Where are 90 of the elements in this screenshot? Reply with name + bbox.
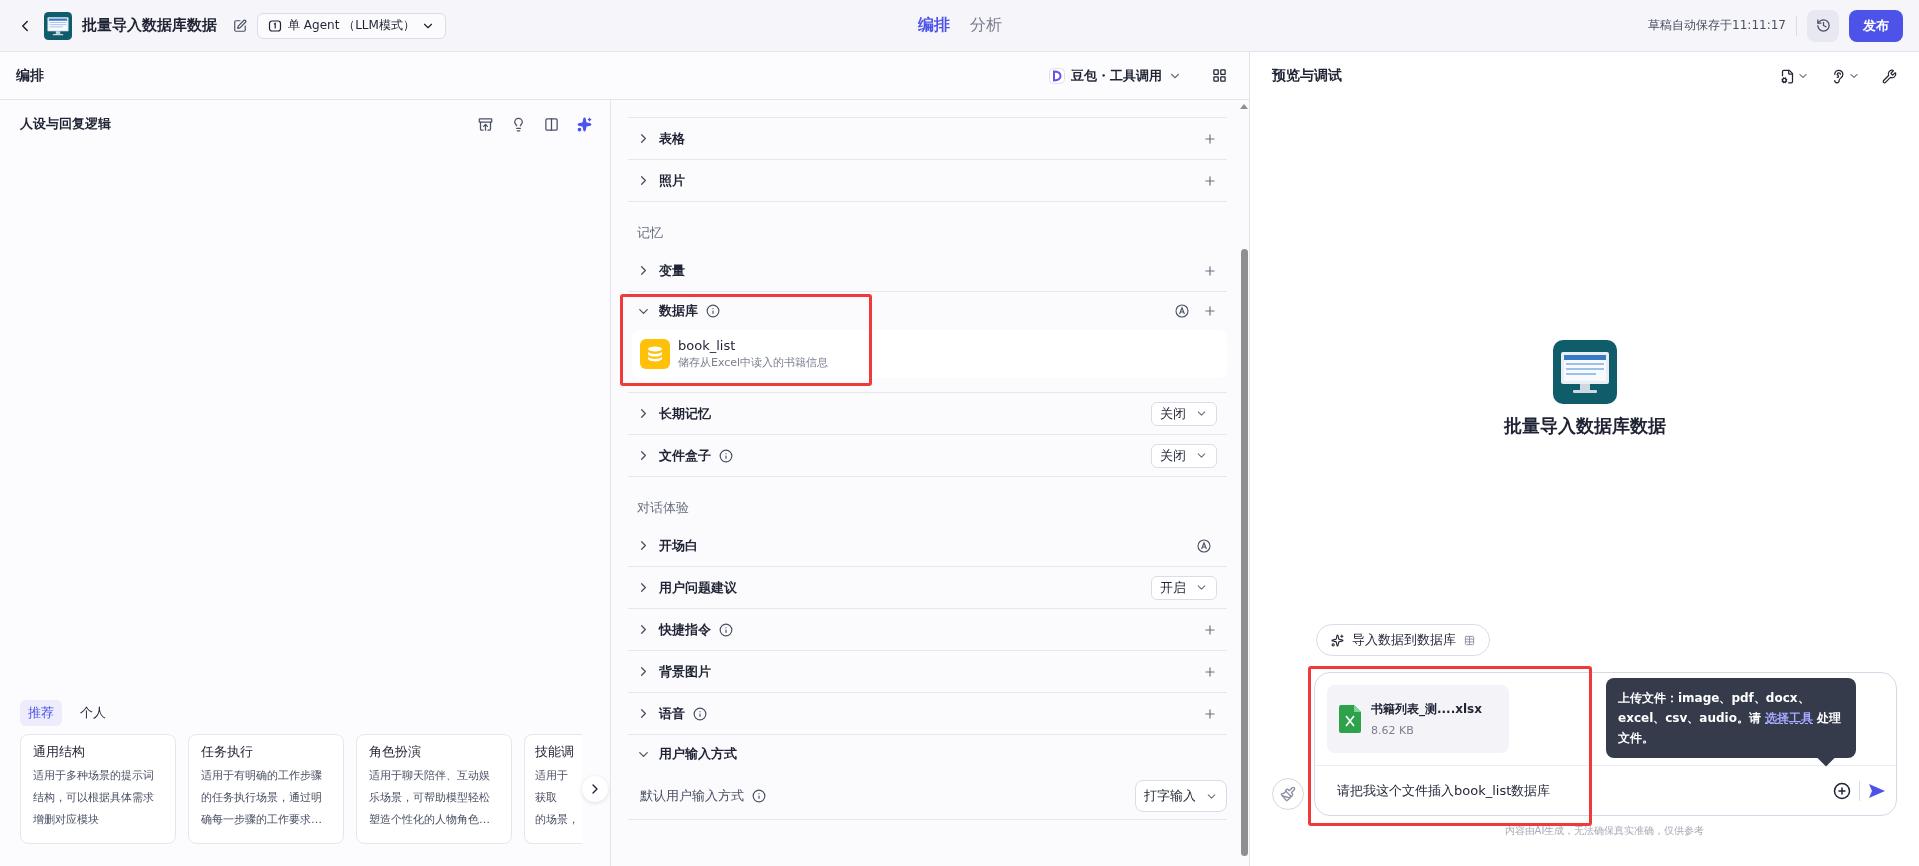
tooltip-text: 上传文件：image、pdf、docx、excel、csv、audio。请 选择工具 处理文件。 [1618, 690, 1843, 747]
template-card[interactable]: 任务执行 适用于有明确的工作步骤 的任务执行场景，通过明 确每一步骤的工作要求… [188, 734, 344, 844]
bot-name: 批量导入数据库数据 [1503, 414, 1666, 438]
info-icon[interactable] [693, 706, 707, 721]
disclaimer: 内容由AI生成，无法确保真实准确，仅供参考 [1504, 824, 1705, 838]
publish-button[interactable]: 发布 [1849, 9, 1903, 42]
info-icon[interactable] [719, 448, 733, 463]
model-logo [1049, 67, 1065, 84]
info-icon[interactable] [752, 789, 766, 803]
clear-context-button[interactable] [1272, 778, 1304, 810]
send-icon[interactable] [1868, 781, 1886, 800]
template-tab[interactable]: 个人 [72, 700, 114, 726]
select-tool-link[interactable]: 选择工具 [1765, 711, 1814, 725]
auto-icon[interactable] [1197, 538, 1211, 553]
grid-icon[interactable] [1212, 68, 1227, 83]
agent-mode-select[interactable]: 单 Agent （LLM模式） [257, 12, 446, 39]
next-button[interactable] [582, 776, 608, 802]
database-name: book_list [678, 338, 737, 353]
section-label: 数据库 [659, 302, 698, 320]
section-label: 文件盒子 [659, 446, 711, 465]
nav-tab[interactable]: 编排 [911, 15, 956, 36]
lightbulb-icon[interactable] [511, 116, 526, 132]
template-description: 适用于有明确的工作步骤 的任务执行场景，通过明 确每一步骤的工作要求… [201, 768, 323, 828]
sparkles-icon[interactable] [577, 116, 592, 132]
section-label: 表格 [659, 129, 685, 148]
agent-icon [268, 18, 282, 33]
section-label: 背景图片 [659, 662, 711, 681]
section-label: 用户输入方式 [659, 745, 737, 763]
file-name: 书籍列表_测....xlsx [1371, 701, 1482, 718]
brush-icon [1280, 786, 1296, 802]
info-icon[interactable] [706, 304, 720, 318]
wrench-icon[interactable] [1882, 68, 1897, 84]
section-label: 开场白 [659, 536, 698, 555]
settings-menu-button[interactable] [1780, 68, 1809, 84]
app-logo [44, 11, 72, 40]
scroll-up-icon[interactable] [1240, 104, 1248, 109]
template-title: 技能调 [535, 743, 575, 761]
dropdown[interactable]: 关闭 [1151, 401, 1217, 426]
template-tab[interactable]: 推荐 [20, 700, 62, 726]
history-icon [1815, 18, 1831, 33]
section-label: 语音 [659, 704, 685, 723]
template-card[interactable]: 技能调 适用于 获取 的场景， [524, 734, 582, 844]
template-card[interactable]: 角色扮演 适用于聊天陪伴、互动娱 乐场景，可帮助模型轻松 塑造个性化的人物角色… [356, 734, 512, 844]
template-description: 适用于聊天陪伴、互动娱 乐场景，可帮助模型轻松 塑造个性化的人物角色… [369, 768, 491, 828]
template-description: 适用于 获取 的场景， [535, 768, 580, 828]
template-card[interactable]: 通用结构 适用于多种场景的提示词 结构，可以根据具体需求 增删对应模块 [20, 734, 176, 844]
dropdown[interactable]: 开启 [1151, 575, 1217, 600]
suggestion-chip[interactable]: 导入数据到数据库 [1316, 624, 1490, 656]
edit-icon[interactable] [233, 18, 247, 33]
template-title: 通用结构 [33, 743, 86, 761]
section-label: 用户问题建议 [659, 578, 737, 597]
model-select[interactable]: 豆包・工具调用 [1043, 65, 1188, 86]
bot-avatar [1552, 340, 1617, 404]
dropdown[interactable]: 关闭 [1151, 443, 1217, 468]
nav-tab[interactable]: 分析 [963, 15, 1008, 36]
section-label: 长期记忆 [659, 404, 711, 423]
spreadsheet-file-icon [1339, 705, 1361, 733]
ear-menu-button[interactable] [1831, 68, 1860, 84]
app-title: 批量导入数据库数据 [82, 16, 217, 35]
auto-icon[interactable] [1175, 304, 1189, 318]
archive-icon[interactable] [478, 116, 493, 132]
autosave-status: 草稿自动保存于11:11:17 [1648, 17, 1786, 34]
sparkles-icon [1331, 633, 1344, 647]
file-attachment[interactable]: 书籍列表_测....xlsx 8.62 KB [1327, 685, 1509, 753]
info-icon[interactable] [719, 622, 733, 637]
database-description: 储存从Excel中读入的书籍信息 [678, 355, 829, 370]
add-icon[interactable] [1833, 781, 1851, 800]
section-heading: 对话体验 [637, 499, 689, 517]
editor-title: 编排 [16, 66, 44, 85]
database-icon [640, 339, 670, 369]
message-input[interactable]: 请把我这个文件插入book_list数据库 [1335, 782, 1825, 799]
split-view-icon[interactable] [544, 116, 559, 132]
history-button[interactable] [1807, 9, 1839, 42]
section-label: 变量 [659, 261, 685, 280]
section-label: 快捷指令 [659, 620, 711, 639]
database-card[interactable]: book_list 储存从Excel中读入的书籍信息 [632, 330, 1227, 378]
section-heading: 记忆 [637, 224, 663, 242]
scrollbar-thumb[interactable] [1240, 249, 1248, 856]
preview-title: 预览与调试 [1272, 67, 1342, 85]
template-title: 角色扮演 [369, 743, 422, 761]
template-description: 适用于多种场景的提示词 结构，可以根据具体需求 增删对应模块 [33, 768, 155, 828]
section-label: 照片 [659, 171, 685, 190]
ear-icon [1831, 68, 1846, 84]
file-size: 8.62 KB [1371, 724, 1415, 737]
template-title: 任务执行 [201, 743, 254, 761]
dropdown[interactable]: 打字输入 [1135, 780, 1227, 812]
table-icon [1464, 634, 1475, 646]
panel-title: 人设与回复逻辑 [20, 115, 111, 133]
file-settings-icon [1780, 68, 1795, 84]
setting-label: 默认用户输入方式 [640, 787, 744, 805]
